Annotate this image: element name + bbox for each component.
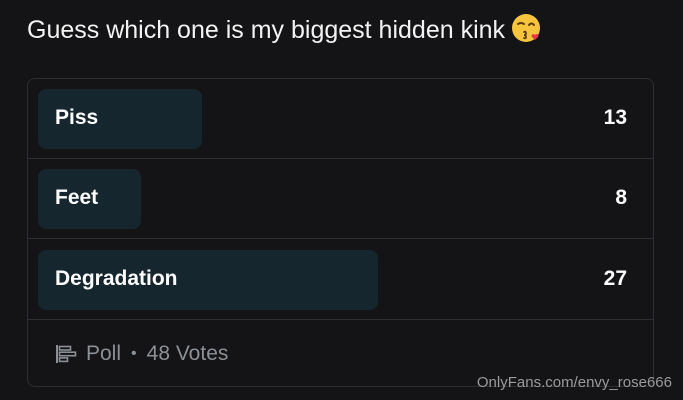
poll-votes-count: 48 Votes (146, 342, 229, 365)
poll-card: Piss 13 Feet 8 Degradation 27 Poll • 48 … (27, 78, 654, 387)
poll-option-count: 13 (603, 106, 627, 129)
poll-option-label: Degradation (55, 267, 178, 290)
separator-dot: • (131, 345, 137, 362)
poll-option-count: 27 (603, 267, 627, 290)
poll-option-label: Piss (55, 106, 99, 129)
post-text: Guess which one is my biggest hidden kin… (27, 16, 506, 44)
poll-option-label: Feet (55, 186, 99, 209)
poll-option[interactable]: Piss 13 (28, 79, 653, 159)
face-blowing-kiss-icon (511, 13, 541, 53)
poll-type-label: Poll (86, 342, 122, 365)
post-text-row: Guess which one is my biggest hidden kin… (27, 12, 541, 53)
poll-bars-icon (56, 345, 77, 363)
poll-option-count: 8 (615, 186, 627, 209)
poll-option[interactable]: Feet 8 (28, 159, 653, 239)
watermark: OnlyFans.com/envy_rose666 (476, 374, 672, 391)
poll-option[interactable]: Degradation 27 (28, 240, 653, 320)
